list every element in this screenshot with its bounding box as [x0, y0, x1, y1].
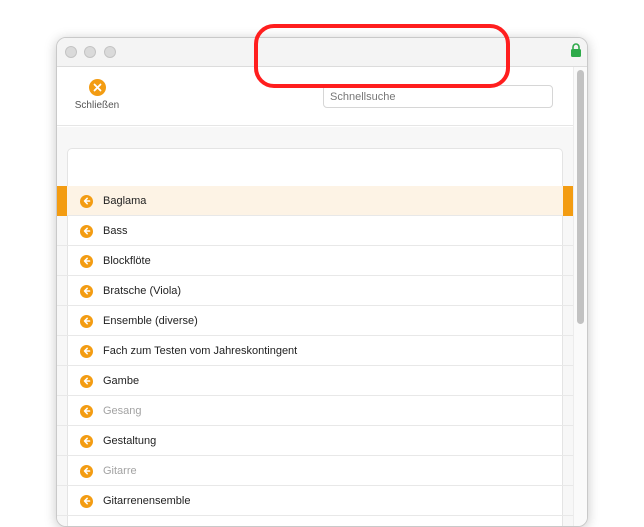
list-item-label: Fach zum Testen vom Jahreskontingent [103, 345, 298, 357]
list-item-content: Bratsche (Viola) [67, 276, 563, 306]
list-item[interactable]: Ensemble (diverse) [57, 306, 575, 336]
list-item[interactable]: Gestaltung [57, 426, 575, 456]
arrow-left-icon[interactable] [80, 284, 93, 298]
list-item-content: Baglama [67, 186, 563, 216]
scrollbar-thumb[interactable] [577, 70, 584, 324]
window-zoom-control[interactable] [104, 46, 116, 58]
list-item-label: Baglama [103, 195, 147, 207]
content-area: Baglama Bass Blockflöte Bratsche (Viola) Ens… [57, 127, 575, 526]
arrow-left-icon[interactable] [80, 224, 93, 238]
selection-marker-left [57, 186, 67, 216]
list-item-content: Ensemble (diverse) [67, 306, 563, 336]
list-item-content: Bass [67, 216, 563, 246]
list-item[interactable]: Bass [57, 216, 575, 246]
window-minimize-control[interactable] [84, 46, 96, 58]
list-item[interactable]: Blockflöte [57, 246, 575, 276]
list-item-label: Gestaltung [103, 435, 157, 447]
scrollbar[interactable] [573, 67, 587, 526]
arrow-left-icon[interactable] [80, 254, 93, 268]
title-bar [57, 38, 587, 67]
arrow-left-icon[interactable] [80, 194, 93, 208]
arrow-left-icon[interactable] [80, 404, 93, 418]
arrow-left-icon[interactable] [80, 314, 93, 328]
list-item-label: Gitarrenensemble [103, 495, 191, 507]
close-icon [88, 79, 106, 96]
subject-list: Baglama Bass Blockflöte Bratsche (Viola) Ens… [57, 186, 575, 516]
list-item-content: Gesang [67, 396, 563, 426]
arrow-left-icon[interactable] [80, 464, 93, 478]
list-item[interactable]: Baglama [57, 186, 575, 216]
list-item[interactable]: Gitarre [57, 456, 575, 486]
list-item-content: Gambe [67, 366, 563, 396]
list-item[interactable]: Gambe [57, 366, 575, 396]
list-item-label: Gesang [103, 405, 142, 417]
list-item-label: Gitarre [103, 465, 137, 477]
arrow-left-icon[interactable] [80, 434, 93, 448]
list-item-label: Ensemble (diverse) [103, 315, 198, 327]
app-window: Schließen Baglama Bass Blockflöte Bratsche … [56, 37, 588, 527]
close-button[interactable]: Schließen [73, 79, 121, 119]
list-item-content: Fach zum Testen vom Jahreskontingent [67, 336, 563, 366]
list-item[interactable]: Gesang [57, 396, 575, 426]
arrow-left-icon[interactable] [80, 374, 93, 388]
list-item-content: Gitarre [67, 456, 563, 486]
toolbar: Schließen [57, 67, 587, 126]
list-item-content: Blockflöte [67, 246, 563, 276]
quick-search-input[interactable] [323, 85, 553, 108]
arrow-left-icon[interactable] [80, 494, 93, 508]
list-item[interactable]: Bratsche (Viola) [57, 276, 575, 306]
list-item-label: Blockflöte [103, 255, 151, 267]
list-item-label: Bass [103, 225, 128, 237]
close-button-label: Schließen [74, 100, 120, 111]
list-item-label: Bratsche (Viola) [103, 285, 182, 297]
list-item[interactable]: Fach zum Testen vom Jahreskontingent [57, 336, 575, 366]
list-item-label: Gambe [103, 375, 140, 387]
lock-icon [571, 43, 581, 57]
list-item[interactable]: Gitarrenensemble [57, 486, 575, 516]
arrow-left-icon[interactable] [80, 344, 93, 358]
window-close-control[interactable] [65, 46, 77, 58]
list-item-content: Gestaltung [67, 426, 563, 456]
list-item-content: Gitarrenensemble [67, 486, 563, 516]
